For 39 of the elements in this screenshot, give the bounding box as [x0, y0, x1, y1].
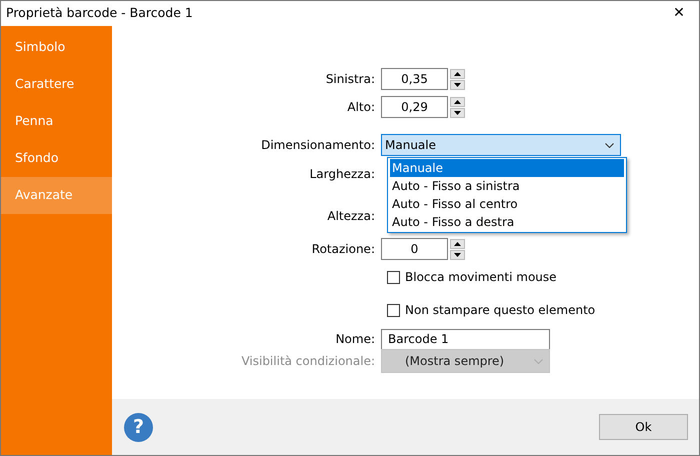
- close-button[interactable]: ✕: [659, 1, 699, 26]
- dropdown-option[interactable]: Auto - Fisso a destra: [390, 213, 624, 231]
- field-label: Rotazione:: [310, 241, 376, 258]
- name-field[interactable]: Barcode 1: [381, 328, 550, 350]
- window-title: Proprietà barcode - Barcode 1: [6, 4, 193, 22]
- spin-up-button[interactable]: [450, 68, 465, 78]
- number-field[interactable]: 0: [381, 238, 448, 260]
- down-arrow-icon: [454, 252, 461, 256]
- checkbox[interactable]: [387, 270, 400, 284]
- field-label: Altezza:: [326, 208, 376, 225]
- checkbox-label: Non stampare questo elemento: [405, 302, 596, 319]
- up-arrow-icon: [454, 72, 461, 76]
- up-arrow-icon: [454, 100, 461, 104]
- up-arrow-icon: [454, 242, 461, 246]
- chevron-down-icon: [605, 142, 614, 148]
- help-button[interactable]: ?: [124, 412, 153, 442]
- dropdown-option[interactable]: Auto - Fisso al centro: [390, 195, 624, 213]
- down-arrow-icon: [454, 110, 461, 114]
- dropdown[interactable]: Manuale: [381, 134, 621, 156]
- number-field[interactable]: 0,35: [381, 68, 448, 90]
- field-label: Visibilità condizionale:: [240, 353, 376, 370]
- down-arrow-icon: [454, 82, 461, 86]
- field-label: Larghezza:: [308, 166, 376, 183]
- number-field[interactable]: 0,29: [381, 96, 448, 118]
- field-label: Sinistra:: [324, 71, 376, 88]
- spin-down-button[interactable]: [450, 80, 465, 90]
- spin-up-button[interactable]: [450, 96, 465, 106]
- field-label: Alto:: [346, 99, 376, 116]
- checkbox-label: Blocca movimenti mouse: [405, 269, 557, 286]
- dropdown-option[interactable]: Manuale: [390, 159, 624, 177]
- field-label: Nome:: [334, 331, 376, 348]
- dropdown-option[interactable]: Auto - Fisso a sinistra: [390, 177, 624, 195]
- ok-button[interactable]: Ok: [599, 414, 688, 440]
- spin-down-button[interactable]: [450, 108, 465, 118]
- chevron-down-icon: [534, 358, 543, 364]
- spin-down-button[interactable]: [450, 250, 465, 260]
- field-label: Dimensionamento:: [260, 137, 376, 154]
- spin-up-button[interactable]: [450, 238, 465, 248]
- checkbox[interactable]: [387, 304, 400, 316]
